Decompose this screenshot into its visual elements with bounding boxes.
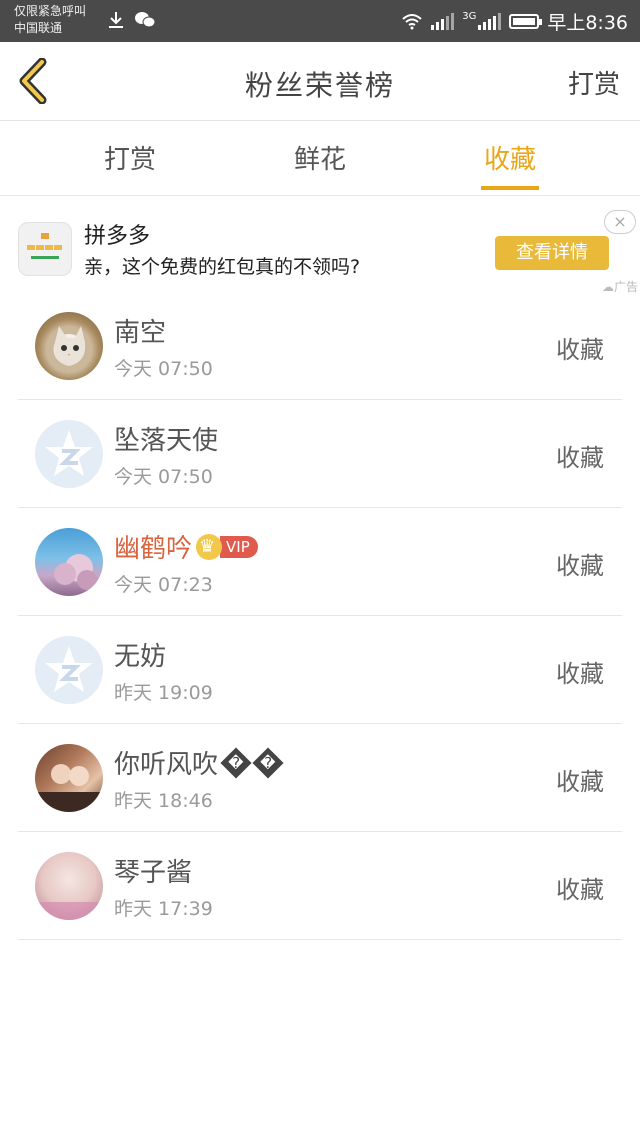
signal-2-icon: [478, 12, 502, 30]
ad-app-icon: [18, 222, 72, 276]
status-time: 早上8:36: [547, 11, 628, 34]
ad-description: 亲，这个免费的红包真的不领吗?: [84, 256, 361, 278]
carrier-line-2: 中国联通: [14, 21, 63, 35]
timestamp: 今天 07:50: [114, 358, 213, 380]
timestamp: 今天 07:50: [114, 466, 213, 488]
user-name: 琴子酱: [114, 858, 193, 888]
unknown-glyph-icon: �: [252, 746, 284, 779]
action-label: 收藏: [556, 768, 604, 796]
unknown-glyph-icon: �: [220, 746, 252, 779]
ad-view-details-button[interactable]: 查看详情: [495, 236, 609, 270]
ad-title: 拼多多: [84, 224, 151, 249]
download-icon: [109, 12, 123, 28]
unknown-glyph: �: [228, 753, 244, 772]
list-item[interactable]: 幽鹤吟 VIP 今天 07:23 收藏: [18, 508, 622, 616]
carrier-line-1: 仅限紧急呼叫: [14, 4, 87, 18]
action-label: 收藏: [556, 444, 604, 472]
avatar[interactable]: [35, 528, 103, 596]
page-title: 粉丝荣誉榜: [244, 69, 395, 102]
user-name-vip: 幽鹤吟 VIP: [114, 528, 258, 565]
avatar[interactable]: [35, 636, 103, 704]
timestamp: 今天 07:23: [114, 574, 213, 596]
notification-icons: [106, 10, 156, 30]
tab-flowers[interactable]: 鲜花: [260, 139, 380, 176]
action-label: 收藏: [556, 552, 604, 580]
list-item[interactable]: 无妨 昨天 19:09 收藏: [18, 616, 622, 724]
timestamp: 昨天 18:46: [114, 790, 213, 812]
avatar[interactable]: [35, 420, 103, 488]
status-bar: 仅限紧急呼叫 中国联通 3G 早上8:36: [0, 0, 640, 42]
action-label: 收藏: [556, 876, 604, 904]
list-item[interactable]: 琴子酱 昨天 17:39 收藏: [18, 832, 622, 940]
vip-badge: VIP: [220, 535, 258, 558]
ad-banner[interactable]: 拼多多 亲，这个免费的红包真的不领吗? 查看详情 × ☁广告: [0, 196, 640, 296]
tab-bar: 打赏 鲜花 收藏: [0, 121, 640, 196]
avatar[interactable]: [35, 852, 103, 920]
ad-close-icon[interactable]: ×: [604, 210, 636, 234]
app-header: 粉丝荣誉榜 打赏: [0, 42, 640, 121]
crown-icon: [196, 533, 223, 560]
timestamp: 昨天 17:39: [114, 898, 213, 920]
fan-list: 南空 今天 07:50 收藏 坠落天使 今天 07:50 收藏 幽鹤吟 VIP …: [18, 292, 622, 940]
user-name: 幽鹤吟: [114, 534, 193, 564]
user-name: 无妨: [114, 642, 167, 672]
battery-icon: [509, 13, 543, 29]
signal-1-icon: [431, 12, 455, 30]
status-right: 3G 早上8:36: [401, 0, 628, 42]
action-label: 收藏: [556, 660, 604, 688]
user-name: 坠落天使: [114, 426, 219, 456]
network-type: 3G: [462, 10, 477, 22]
tab-favorites[interactable]: 收藏: [450, 139, 570, 176]
list-item[interactable]: 坠落天使 今天 07:50 收藏: [18, 400, 622, 508]
avatar[interactable]: [35, 312, 103, 380]
reward-button[interactable]: 打赏: [568, 64, 620, 101]
action-label: 收藏: [556, 336, 604, 364]
avatar[interactable]: [35, 744, 103, 812]
list-item[interactable]: 南空 今天 07:50 收藏: [18, 292, 622, 400]
user-name: 南空: [114, 318, 167, 348]
timestamp: 昨天 19:09: [114, 682, 213, 704]
wechat-icon: [135, 12, 156, 28]
tab-reward[interactable]: 打赏: [70, 139, 190, 176]
list-item[interactable]: 你听风吹 � � 昨天 18:46 收藏: [18, 724, 622, 832]
wifi-icon: [402, 14, 422, 30]
active-tab-indicator: [481, 186, 539, 190]
unknown-glyph: �: [260, 753, 276, 772]
user-name-with-symbols: 你听风吹 � �: [114, 744, 284, 781]
user-name: 你听风吹: [114, 750, 219, 780]
carrier-info: 仅限紧急呼叫 中国联通: [14, 3, 86, 37]
